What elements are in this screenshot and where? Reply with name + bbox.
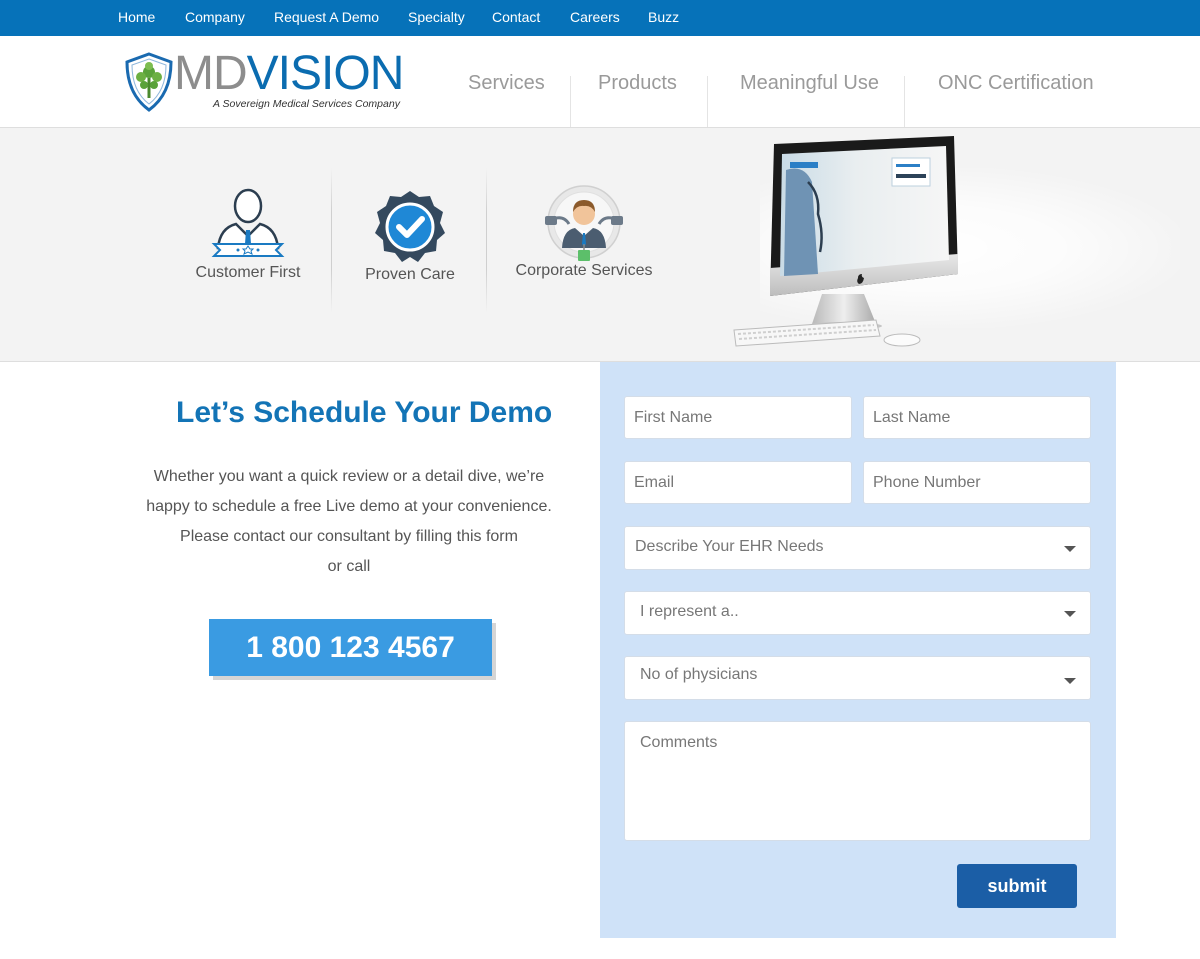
brand-vision: VISION [246, 47, 405, 100]
demo-line: happy to schedule a free Live demo at yo… [146, 498, 552, 515]
checkmark-badge-icon [375, 191, 445, 262]
feature-customer-first: Customer First [188, 186, 308, 282]
main-nav-meaningful-use[interactable]: Meaningful Use [740, 72, 879, 95]
site-header: MDVISION A Sovereign Medical Services Co… [0, 36, 1200, 128]
chevron-down-icon [1064, 611, 1076, 617]
represent-select[interactable]: I represent a.. [624, 591, 1091, 635]
brand-tagline: A Sovereign Medical Services Company [213, 98, 400, 110]
feature-label: Proven Care [365, 266, 455, 283]
top-nav-specialty[interactable]: Specialty [408, 9, 465, 25]
phone-number-button[interactable]: 1 800 123 4567 [209, 619, 492, 676]
ehr-needs-select-value: Describe Your EHR Needs [635, 538, 824, 555]
first-name-field[interactable] [624, 396, 852, 439]
top-nav-request-demo[interactable]: Request A Demo [274, 9, 379, 25]
feature-label: Customer First [195, 264, 301, 281]
top-nav-contact[interactable]: Contact [492, 9, 540, 25]
represent-select-value: I represent a.. [640, 603, 739, 620]
main-nav-onc-certification[interactable]: ONC Certification [938, 72, 1094, 95]
customer-first-icon [211, 188, 285, 257]
demo-description: Whether you want a quick review or a det… [120, 462, 578, 582]
feature-divider [331, 168, 332, 313]
comments-textarea[interactable] [624, 721, 1091, 841]
imac-computer-illustration [733, 136, 958, 347]
ehr-needs-select[interactable]: Describe Your EHR Needs [624, 526, 1091, 570]
demo-line: Please contact our consultant by filling… [180, 528, 518, 545]
nav-divider [707, 76, 708, 127]
chevron-down-icon [1064, 546, 1076, 552]
brand-wordmark: MDVISION [174, 46, 405, 101]
brand-md: MD [174, 47, 248, 100]
feature-divider [486, 168, 487, 313]
top-nav-home[interactable]: Home [118, 9, 155, 25]
feature-corporate-services: Corporate Services [510, 184, 658, 280]
top-nav-bar: Home Company Request A Demo Specialty Co… [0, 0, 1200, 36]
feature-label: Corporate Services [515, 262, 653, 279]
email-field[interactable] [624, 461, 852, 504]
phone-number-field[interactable] [863, 461, 1091, 504]
last-name-field[interactable] [863, 396, 1091, 439]
main-nav-services[interactable]: Services [468, 72, 545, 95]
top-nav-buzz[interactable]: Buzz [648, 9, 679, 25]
nav-divider [570, 76, 571, 127]
mdvision-logo[interactable]: MDVISION A Sovereign Medical Services Co… [124, 47, 404, 114]
top-nav-careers[interactable]: Careers [570, 9, 620, 25]
corporate-person-icon [545, 185, 623, 261]
nav-divider [904, 76, 905, 127]
demo-request-form [600, 362, 1116, 938]
main-nav-products[interactable]: Products [598, 72, 677, 95]
demo-title: Let’s Schedule Your Demo [176, 396, 553, 429]
demo-line: or call [327, 558, 371, 575]
chevron-down-icon [1064, 678, 1076, 684]
physicians-select-value: No of physicians [640, 666, 758, 683]
physicians-select[interactable]: No of physicians [624, 656, 1091, 700]
top-nav-company[interactable]: Company [185, 9, 245, 25]
feature-proven-care: Proven Care [350, 190, 470, 284]
demo-line: Whether you want a quick review or a det… [153, 468, 545, 485]
features-banner: Customer First Proven Care Corporate Ser… [0, 128, 1200, 362]
shield-tree-icon [125, 52, 173, 112]
submit-button[interactable]: submit [957, 864, 1077, 908]
